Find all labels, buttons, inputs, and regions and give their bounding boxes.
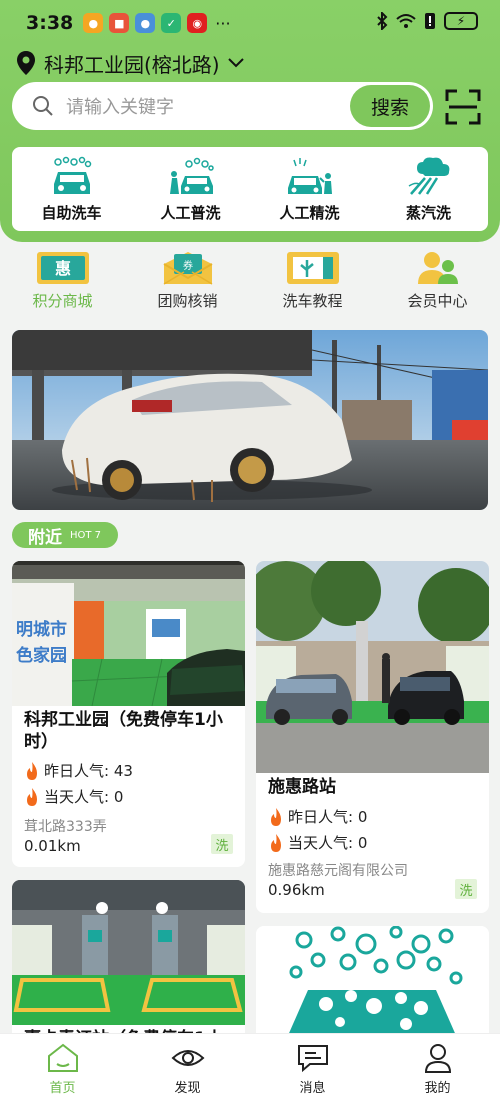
self-wash-icon xyxy=(53,156,91,194)
app-notification-icon: ● xyxy=(135,13,156,33)
svg-text:惠: 惠 xyxy=(54,259,70,278)
today-popularity: 当天人气: 0 xyxy=(24,786,123,807)
status-time: 3:38 xyxy=(26,12,74,34)
location-name: 科邦工业园(榕北路) xyxy=(44,52,220,77)
steam-wash-icon xyxy=(408,157,449,195)
nav-points-mall[interactable]: 惠 积分商城 xyxy=(0,250,125,312)
location-pin-icon xyxy=(17,51,35,75)
scan-icon[interactable] xyxy=(445,89,481,125)
fine-wash-icon xyxy=(287,157,332,194)
tab-discover[interactable]: 发现 xyxy=(125,1034,250,1103)
bluetooth-icon xyxy=(377,12,388,30)
fire-icon xyxy=(271,807,281,826)
station-card[interactable]: 施惠路站 昨日人气: 0 当天人气: 0 施惠路慈元阁有限公司 0.96km 洗 xyxy=(256,561,489,913)
today-popularity: 当天人气: 0 xyxy=(268,832,367,853)
coupon-icon: 券 xyxy=(162,252,213,285)
wash-badge: 洗 xyxy=(455,879,477,899)
station-address: 茸北路333弄 xyxy=(24,819,107,835)
search-button[interactable]: 搜索 xyxy=(350,85,430,127)
station-distance: 0.96km xyxy=(268,881,325,899)
battery-icon: ⚡ xyxy=(444,12,478,30)
app-notification-icon: ● xyxy=(83,13,104,33)
quick-nav: 惠 积分商城 券 团购核销 洗车教程 会员中心 xyxy=(0,250,500,312)
service-self-wash[interactable]: 自助洗车 xyxy=(12,147,131,231)
weibo-app-icon: ◉ xyxy=(187,13,208,33)
yesterday-popularity: 昨日人气: 43 xyxy=(24,760,133,781)
station-photo: 明城市 色家园 xyxy=(12,561,245,706)
search-icon xyxy=(33,96,53,116)
nearby-section-tag: 附近 HOT 7 xyxy=(12,522,118,548)
status-bar: 3:38 ● ■ ● ✓ ◉ ··· ⚡ xyxy=(0,0,500,46)
app-notification-icon: ■ xyxy=(109,13,130,33)
members-icon xyxy=(417,252,458,284)
nav-coupon-verify[interactable]: 券 团购核销 xyxy=(125,250,250,312)
yesterday-popularity: 昨日人气: 0 xyxy=(268,806,367,827)
wifi-icon xyxy=(396,14,416,28)
nav-member-center[interactable]: 会员中心 xyxy=(375,250,500,312)
svg-text:券: 券 xyxy=(183,259,193,272)
station-card[interactable]: 明城市 色家园 科邦工业园（免费停车1小 时） 昨日人气: 43 当天人气: 0… xyxy=(12,561,245,867)
manual-wash-icon xyxy=(169,157,214,194)
svg-text:明城市: 明城市 xyxy=(16,619,67,640)
home-icon xyxy=(47,1043,78,1072)
station-name: 施惠路站 xyxy=(268,777,336,797)
self-wash-illustration xyxy=(256,926,489,1040)
station-name: 科邦工业园（免费停车1小 xyxy=(24,710,223,730)
station-address: 施惠路慈元阁有限公司 xyxy=(268,863,408,879)
banner-image xyxy=(12,330,488,510)
station-distance: 0.01km xyxy=(24,837,81,855)
tab-messages[interactable]: 消息 xyxy=(250,1034,375,1103)
shield-app-icon: ✓ xyxy=(161,13,182,33)
eye-icon xyxy=(171,1049,204,1066)
tab-home[interactable]: 首页 xyxy=(0,1034,125,1103)
station-name-cont: 时） xyxy=(24,732,58,752)
service-steam-wash[interactable]: 蒸汽洗 xyxy=(369,147,488,231)
fire-icon xyxy=(271,833,281,852)
tutorial-ticket-icon xyxy=(286,252,339,284)
station-card[interactable] xyxy=(256,926,489,1040)
bottom-tab-bar: 首页 发现 消息 我的 xyxy=(0,1033,500,1103)
more-notifications: ··· xyxy=(215,13,231,33)
nav-wash-tutorial[interactable]: 洗车教程 xyxy=(250,250,375,312)
fire-icon xyxy=(27,761,37,780)
search-input[interactable]: 请输入关键字 搜索 xyxy=(12,82,433,130)
search-placeholder: 请输入关键字 xyxy=(66,97,174,118)
fire-icon xyxy=(27,787,37,806)
station-photo xyxy=(256,561,489,773)
service-fine-wash[interactable]: 人工精洗 xyxy=(250,147,369,231)
system-icons: ⚡ xyxy=(376,12,478,30)
station-photo xyxy=(12,880,245,1025)
sim-alert-icon xyxy=(425,13,435,29)
wash-badge: 洗 xyxy=(211,834,233,854)
service-card: 自助洗车 人工普洗 人工精洗 蒸汽洗 xyxy=(12,147,488,231)
tab-profile[interactable]: 我的 xyxy=(375,1034,500,1103)
message-icon xyxy=(297,1044,328,1072)
location-selector[interactable]: 科邦工业园(榕北路) xyxy=(16,48,244,78)
service-manual-wash[interactable]: 人工普洗 xyxy=(131,147,250,231)
chevron-down-icon xyxy=(227,58,244,68)
svg-text:色家园: 色家园 xyxy=(16,645,67,666)
profile-icon xyxy=(424,1043,451,1073)
points-mall-icon: 惠 xyxy=(36,252,89,284)
promo-banner[interactable] xyxy=(12,330,488,510)
station-card[interactable]: 嘉卡青证站（免费停车1小 xyxy=(12,880,245,1040)
